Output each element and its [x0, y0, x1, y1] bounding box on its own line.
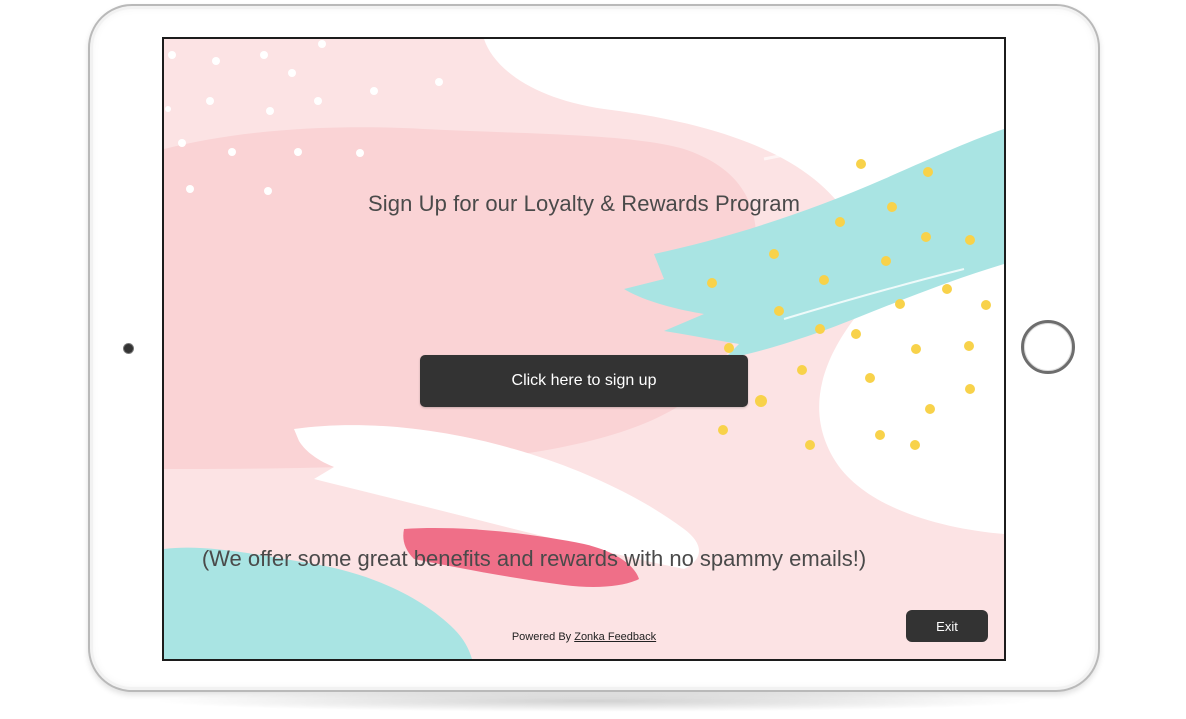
device-shadow	[150, 690, 1040, 712]
sign-up-button[interactable]: Click here to sign up	[420, 355, 748, 407]
powered-by-label: Powered By	[511, 631, 572, 643]
exit-button[interactable]: Exit	[906, 610, 988, 642]
camera-icon	[124, 344, 133, 353]
home-button-icon[interactable]	[1021, 320, 1075, 374]
zonka-feedback-link[interactable]: Zonka Feedback	[574, 631, 656, 643]
survey-screen: Sign Up for our Loyalty & Rewards Progra…	[162, 37, 1006, 661]
survey-title: Sign Up for our Loyalty & Rewards Progra…	[367, 191, 801, 216]
benefits-note: (We offer some great benefits and reward…	[201, 546, 867, 571]
powered-by-footer: Powered By Zonka Feedback	[164, 631, 1004, 643]
